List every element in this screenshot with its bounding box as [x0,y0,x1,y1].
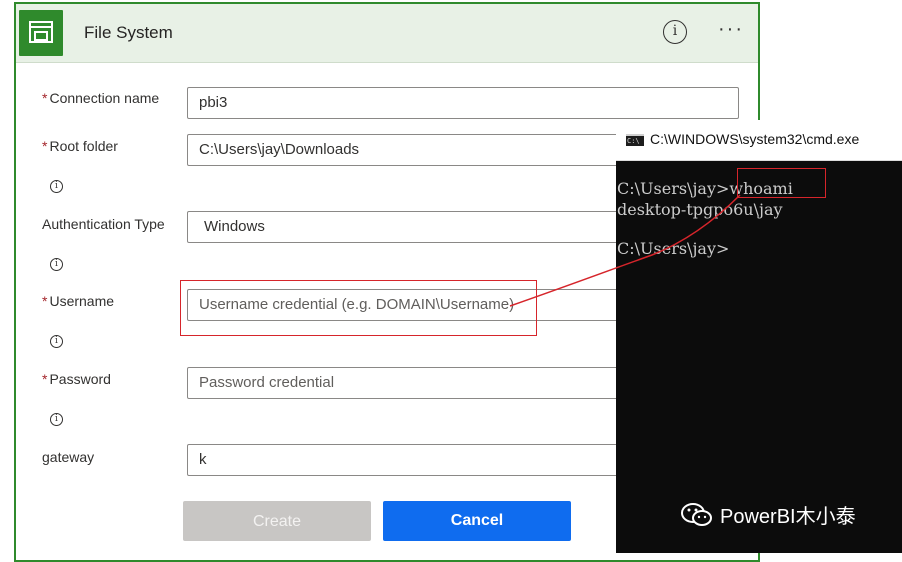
wechat-watermark: PowerBI木小泰 [680,500,856,534]
annotation-arrow [509,194,741,307]
watermark-text: PowerBI木小泰 [720,506,856,528]
wechat-icon [680,502,714,534]
